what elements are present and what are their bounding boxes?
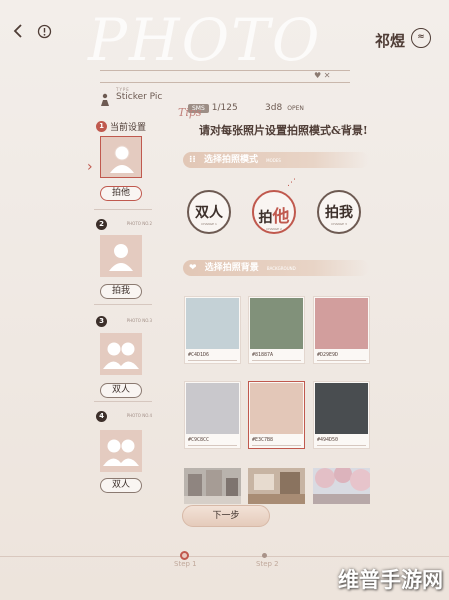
background-swatch[interactable]: #C9C8CC xyxy=(184,381,241,449)
user-name: 祁煜 xyxy=(374,32,405,50)
slot-thumbnail[interactable] xyxy=(100,235,142,277)
swatch-hex-label: #81887A xyxy=(252,352,274,358)
swatch-underline xyxy=(252,360,301,361)
slot-divider xyxy=(94,401,152,402)
mode-caption: CHANGE 2 xyxy=(266,227,282,231)
couple-icon xyxy=(103,342,139,369)
swatch-underline xyxy=(188,360,237,361)
background-section-icon: ❤ xyxy=(189,263,197,273)
photo-slot-1[interactable]: 1 当前设置 拍他 xyxy=(92,118,154,208)
step2-label: Step 2 xyxy=(256,560,279,568)
heart-icon: ♥ ✕ xyxy=(314,71,331,80)
slot-thumbnail[interactable] xyxy=(100,136,142,178)
background-title: PHOTO xyxy=(88,6,322,74)
background-photo-blossom[interactable] xyxy=(313,468,370,504)
mode-label: 拍我 xyxy=(325,205,353,221)
swatch-underline xyxy=(252,445,301,446)
photo-slot-3[interactable]: 3 PHOTO NO.3 双人 xyxy=(92,313,154,399)
slot-divider xyxy=(94,304,152,305)
slot-thumbnail[interactable] xyxy=(100,333,142,375)
couple-icon xyxy=(103,439,139,466)
slot-number: 2 xyxy=(96,219,107,230)
watermark-text: 维普手游网 xyxy=(338,568,443,592)
slot-thumbnail[interactable] xyxy=(100,430,142,472)
type-value: Sticker Pic xyxy=(116,92,163,102)
sticker-icon xyxy=(99,93,111,111)
next-step-button[interactable]: 下一步 xyxy=(182,505,270,527)
swatch-hex-label: #C9C8CC xyxy=(188,437,210,443)
open-value: 3d8 xyxy=(265,103,283,113)
swatch-color xyxy=(250,298,303,349)
step1-label: Step 1 xyxy=(174,560,197,568)
tips-text: 请对每张照片设置拍照模式&背景! xyxy=(199,124,368,137)
slot-caption: PHOTO NO.3 xyxy=(126,318,152,323)
background-swatch[interactable]: #494D50 xyxy=(313,381,370,449)
slot-divider xyxy=(94,209,152,210)
swatch-color xyxy=(186,383,239,434)
swatch-color xyxy=(250,383,303,434)
alert-icon[interactable] xyxy=(37,24,52,43)
background-photo-street[interactable] xyxy=(184,468,241,504)
tips-label: Tips xyxy=(178,106,202,119)
info-divider xyxy=(100,82,350,83)
step1-indicator xyxy=(180,551,189,560)
mode-caption: CHANGE 1 xyxy=(201,222,217,226)
swatch-underline xyxy=(317,360,366,361)
person-icon xyxy=(109,244,133,271)
background-swatch[interactable]: #D29E9D xyxy=(313,296,370,364)
photo-slot-4[interactable]: 4 PHOTO NO.4 双人 xyxy=(92,408,154,498)
swatch-hex-label: #E3C7B8 xyxy=(252,437,274,443)
swatch-color xyxy=(186,298,239,349)
user-badge[interactable]: ≈ xyxy=(411,28,431,48)
mode-section-subtitle: MODES xyxy=(266,158,281,163)
type-info: TYPE Sticker Pic xyxy=(116,87,162,102)
swatch-hex-label: #494D50 xyxy=(317,437,339,443)
slot-mode-button[interactable]: 拍他 xyxy=(100,186,142,201)
background-swatch[interactable]: #E3C7B8 xyxy=(248,381,305,449)
mode-section-header: ⁝⁝ 选择拍照模式 MODES xyxy=(183,152,369,168)
background-swatch[interactable]: #C4D1D6 xyxy=(184,296,241,364)
swatch-underline xyxy=(188,445,237,446)
swatch-underline xyxy=(317,445,366,446)
background-section-header: ❤ 选择拍照背景 BACKGROUND xyxy=(183,260,369,276)
slot-mode-button[interactable]: 拍我 xyxy=(100,284,142,299)
slot-number: 4 xyxy=(96,411,107,422)
photo-slot-2[interactable]: 2 PHOTO NO.2 拍我 xyxy=(92,216,154,302)
mode-label: 拍他 xyxy=(258,207,290,227)
background-swatch[interactable]: #81887A xyxy=(248,296,305,364)
background-photo-room[interactable] xyxy=(248,468,305,504)
person-icon xyxy=(110,145,134,173)
open-label: OPEN xyxy=(287,105,304,112)
back-icon[interactable] xyxy=(12,24,24,42)
slot-caption: PHOTO NO.4 xyxy=(126,413,152,418)
mode-button-him[interactable]: 拍他 CHANGE 2 xyxy=(252,190,296,234)
slot-number: 3 xyxy=(96,316,107,327)
background-section-title: 选择拍照背景 xyxy=(204,263,259,273)
step-progress-line xyxy=(0,556,449,557)
open-info: 3d8 OPEN xyxy=(265,95,304,114)
swatch-color xyxy=(315,298,368,349)
slot-number: 1 xyxy=(96,121,107,132)
swatch-hex-label: #C4D1D6 xyxy=(188,352,210,358)
step2-indicator xyxy=(262,553,267,558)
mode-section-icon: ⁝⁝ xyxy=(189,155,196,165)
current-settings-label: 当前设置 xyxy=(110,123,147,133)
count-value: 1/125 xyxy=(211,103,238,113)
mode-caption: CHANGE 3 xyxy=(331,222,347,226)
mode-button-me[interactable]: 拍我 CHANGE 3 xyxy=(317,190,361,234)
mode-label: 双人 xyxy=(195,205,223,221)
swatch-hex-label: #D29E9D xyxy=(317,352,339,358)
mode-section-title: 选择拍照模式 xyxy=(203,155,258,165)
sparkle-icon: ⋰ xyxy=(287,178,296,188)
swatch-color xyxy=(315,383,368,434)
slot-caption: PHOTO NO.2 xyxy=(126,221,152,226)
background-section-subtitle: BACKGROUND xyxy=(266,266,296,271)
mode-button-both[interactable]: 双人 CHANGE 1 xyxy=(187,190,231,234)
slot-mode-button[interactable]: 双人 xyxy=(100,478,142,493)
title-divider xyxy=(100,70,350,71)
slot-mode-button[interactable]: 双人 xyxy=(100,383,142,398)
